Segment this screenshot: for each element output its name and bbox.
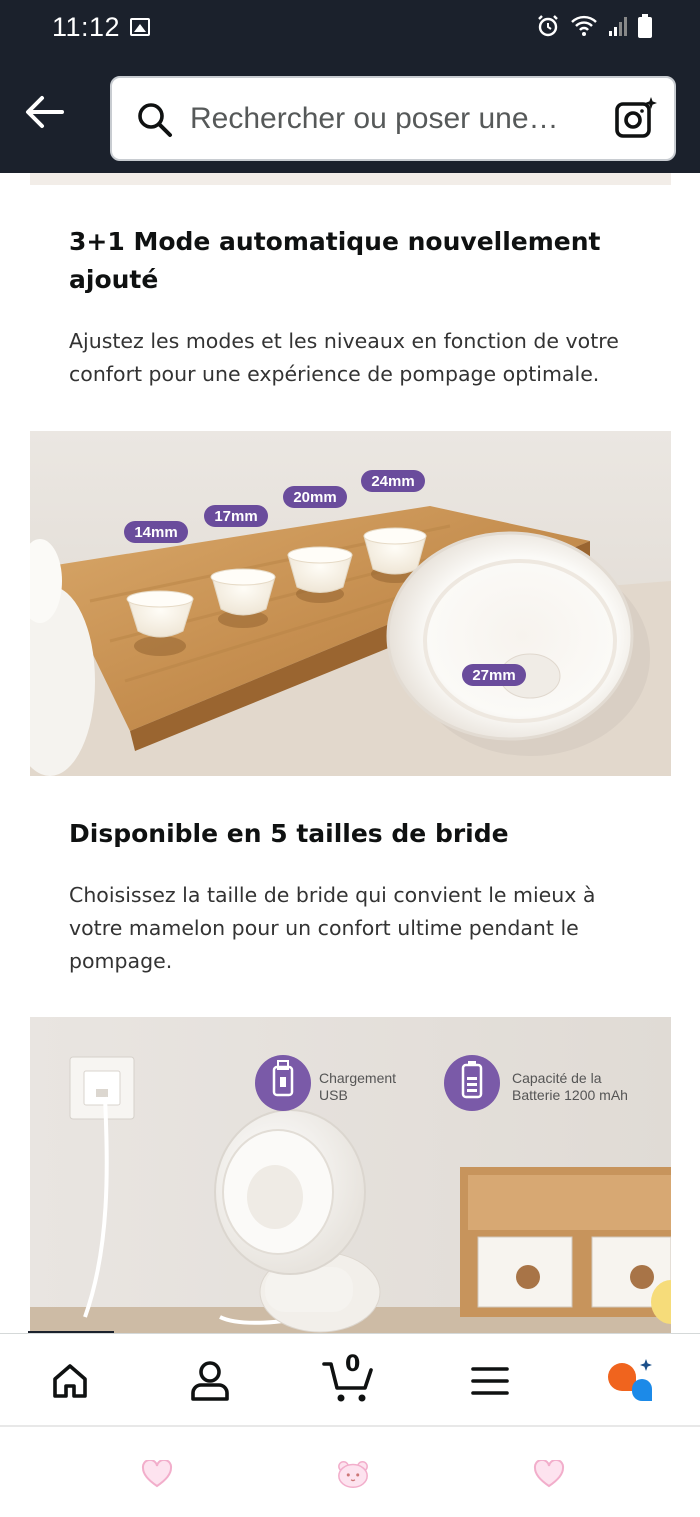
system-navigation-bar [0,1425,700,1517]
bear-face-icon [338,1460,368,1488]
size-label-14: 14mm [124,521,188,543]
nav-menu-button[interactable] [460,1354,520,1408]
flange-cup-17 [210,568,276,628]
wifi-icon [571,15,597,36]
nav-rufus-button[interactable] [600,1354,660,1408]
nav-home-button[interactable] [40,1354,100,1408]
svg-text:27mm: 27mm [472,667,515,684]
home-icon [53,1364,87,1398]
charging-illustration: Chargement USB Capacité de la Batterie 1… [30,1017,671,1333]
section-title: Disponible en 5 tailles de bride [69,819,509,848]
status-icons [536,14,652,38]
svg-text:Capacité de la: Capacité de la [512,1070,602,1086]
svg-text:Batterie 1200 mAh: Batterie 1200 mAh [512,1087,628,1103]
back-button[interactable] [20,88,68,136]
signal-icon [609,17,627,36]
battery-status-icon [638,14,652,38]
home-system-button[interactable] [336,1459,370,1489]
svg-text:20mm: 20mm [293,489,336,506]
svg-text:14mm: 14mm [134,524,177,541]
heart-icon [533,1460,565,1488]
search-bar[interactable] [110,76,676,161]
camera-search-button[interactable] [614,96,658,145]
recent-apps-button[interactable] [140,1459,174,1489]
camera-sparkle-icon [615,97,657,138]
previous-image-edge [30,173,671,185]
status-bar: 11:12 [0,0,700,60]
back-system-button[interactable] [532,1459,566,1489]
cart-count: 0 [345,1352,361,1377]
menu-icon [471,1367,509,1395]
svg-text:USB: USB [319,1087,348,1103]
rufus-assistant-icon [608,1359,652,1401]
svg-text:Chargement: Chargement [319,1070,396,1086]
size-label-17: 17mm [204,505,268,527]
flange-sizes-illustration: 14mm 17mm 20mm 24mm 27mm [30,431,671,776]
nav-account-button[interactable] [180,1354,240,1408]
search-input[interactable] [190,78,600,159]
size-label-24: 24mm [361,470,425,492]
svg-text:24mm: 24mm [371,473,414,490]
nav-cart-button[interactable]: 0 [320,1352,380,1408]
product-description: 3+1 Mode automatique nouvellement ajouté… [0,173,700,1333]
charging-battery-image: Chargement USB Capacité de la Batterie 1… [30,1017,671,1333]
wooden-shelf [460,1167,671,1324]
svg-text:17mm: 17mm [214,508,257,525]
wall-socket [69,1056,135,1120]
bottom-navigation: 0 [0,1333,700,1425]
section-description: Ajustez les modes et les niveaux en fonc… [69,329,619,386]
user-icon [191,1361,229,1401]
heart-icon [141,1460,173,1488]
app-header [0,60,700,173]
alarm-icon [538,15,558,37]
flange-sizes-image: 14mm 17mm 20mm 24mm 27mm [30,431,671,776]
search-icon [138,103,172,137]
size-label-27: 27mm [462,664,526,686]
status-time: 11:12 [52,12,121,42]
section-title: 3+1 Mode automatique nouvellement ajouté [69,227,601,294]
gallery-notification-icon [130,18,150,36]
section-description: Choisissez la taille de bride qui convie… [69,883,596,973]
arrow-left-icon [26,96,64,128]
flange-cup-14 [126,590,194,656]
flange-cup-20 [287,546,353,603]
size-label-20: 20mm [283,486,347,508]
